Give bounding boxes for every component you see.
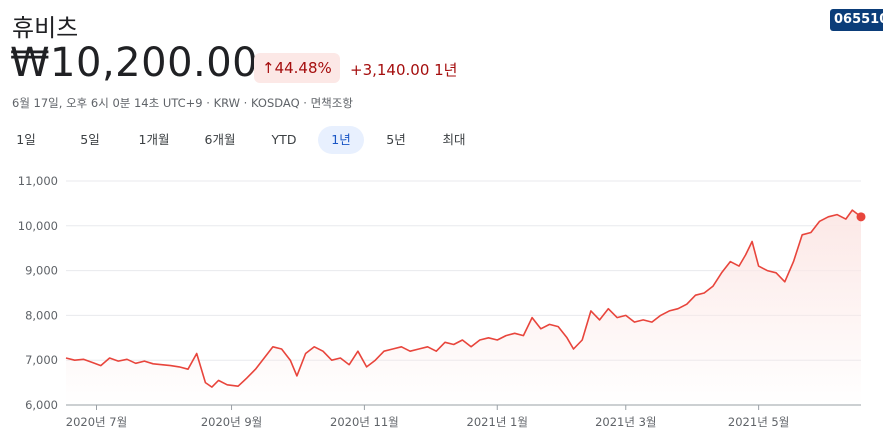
price-chart[interactable]: 6,000 7,000 8,000 9,000 10,000 11,000 2020년 7월… [0, 165, 883, 433]
stock-name: 휴비츠 [12, 14, 79, 42]
y-tick-label: 9,000 [25, 264, 58, 278]
tab-6m[interactable]: 6개월 [198, 126, 242, 154]
x-tick-label: 2020년 7월 [66, 415, 127, 429]
x-tick-label: 2021년 1월 [467, 415, 528, 429]
y-tick-label: 6,000 [25, 398, 58, 412]
x-tick-label: 2020년 11월 [330, 415, 399, 429]
y-tick-label: 11,000 [18, 174, 58, 188]
y-tick-label: 7,000 [25, 353, 58, 367]
tab-max[interactable]: 최대 [436, 126, 472, 154]
y-tick-label: 8,000 [25, 308, 58, 322]
last-price-dot [856, 212, 866, 222]
tab-1m[interactable]: 1개월 [132, 126, 176, 154]
tab-1y[interactable]: 1년 [318, 126, 364, 154]
arrow-up-icon: ↑ [262, 59, 275, 77]
ticker-badge[interactable]: 065510 [830, 9, 883, 31]
x-tick-label: 2021년 5월 [728, 415, 789, 429]
tab-1d[interactable]: 1일 [10, 126, 42, 154]
change-percent: 44.48% [274, 59, 332, 77]
change-percent-badge: ↑44.48% [254, 53, 340, 83]
stock-price: ₩10,200.00 [10, 40, 259, 86]
tab-5y[interactable]: 5년 [380, 126, 412, 154]
tab-5d[interactable]: 5일 [72, 126, 108, 154]
quote-meta: 6월 17일, 오후 6시 0분 14초 UTC+9 · KRW · KOSDA… [12, 96, 353, 110]
tab-ytd[interactable]: YTD [266, 126, 302, 154]
y-tick-label: 10,000 [18, 219, 58, 233]
change-absolute: +3,140.00 1년 [350, 61, 458, 79]
x-tick-label: 2021년 3월 [595, 415, 656, 429]
series-area [66, 210, 861, 405]
x-tick-label: 2020년 9월 [201, 415, 262, 429]
